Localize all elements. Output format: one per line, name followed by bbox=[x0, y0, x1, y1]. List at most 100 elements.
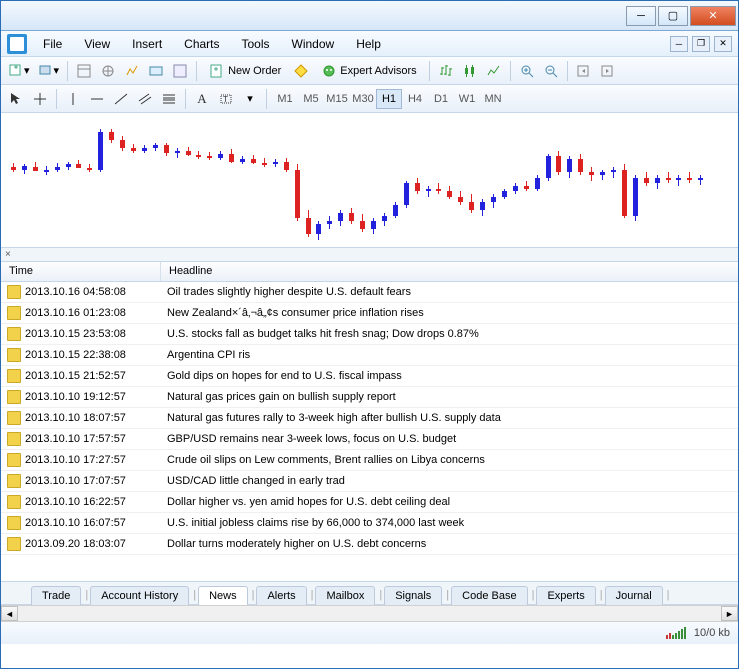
news-row[interactable]: 2013.10.10 17:57:57GBP/USD remains near … bbox=[1, 429, 738, 450]
menu-tools[interactable]: Tools bbox=[232, 35, 280, 53]
bandwidth-label: 10/0 kb bbox=[694, 627, 730, 639]
timeframe-m1[interactable]: M1 bbox=[272, 89, 298, 109]
news-headline: Argentina CPI ris bbox=[161, 349, 738, 361]
tab-separator: | bbox=[191, 586, 198, 604]
menu-charts[interactable]: Charts bbox=[174, 35, 229, 53]
navigator-button[interactable] bbox=[97, 60, 119, 82]
chart-area[interactable] bbox=[1, 113, 738, 248]
cursor-button[interactable] bbox=[5, 88, 27, 110]
timeframe-h1[interactable]: H1 bbox=[376, 89, 402, 109]
tab-account-history[interactable]: Account History bbox=[90, 586, 189, 605]
column-headline[interactable]: Headline bbox=[161, 262, 738, 281]
zoom-in-button[interactable] bbox=[516, 60, 538, 82]
panel-close-button[interactable]: × bbox=[1, 248, 738, 262]
window-maximize-button[interactable]: ▢ bbox=[658, 6, 688, 26]
news-icon bbox=[7, 348, 21, 362]
text-button[interactable]: A bbox=[191, 88, 213, 110]
news-icon bbox=[7, 390, 21, 404]
scroll-track[interactable] bbox=[18, 606, 721, 621]
tab-separator: | bbox=[250, 586, 257, 604]
timeframe-d1[interactable]: D1 bbox=[428, 89, 454, 109]
news-row[interactable]: 2013.10.10 19:12:57Natural gas prices ga… bbox=[1, 387, 738, 408]
news-row[interactable]: 2013.10.16 01:23:08New Zealand×´â‚¬â„¢s … bbox=[1, 303, 738, 324]
statusbar: 10/0 kb bbox=[1, 622, 738, 644]
fibonacci-button[interactable] bbox=[158, 88, 180, 110]
tab-signals[interactable]: Signals bbox=[384, 586, 442, 605]
mdi-minimize-button[interactable]: ─ bbox=[670, 36, 688, 52]
menu-file[interactable]: File bbox=[33, 35, 72, 53]
news-row[interactable]: 2013.10.15 23:53:08U.S. stocks fall as b… bbox=[1, 324, 738, 345]
news-row[interactable]: 2013.10.16 04:58:08Oil trades slightly h… bbox=[1, 282, 738, 303]
tab-experts[interactable]: Experts bbox=[536, 586, 595, 605]
tab-news[interactable]: News bbox=[198, 586, 248, 605]
new-order-button[interactable]: New Order bbox=[202, 60, 288, 82]
equidistant-channel-button[interactable] bbox=[134, 88, 156, 110]
tab-mailbox[interactable]: Mailbox bbox=[315, 586, 375, 605]
terminal-tabs: Trade|Account History|News|Alerts|Mailbo… bbox=[1, 582, 738, 605]
news-row[interactable]: 2013.10.10 17:27:57Crude oil slips on Le… bbox=[1, 450, 738, 471]
news-panel: Time Headline 2013.10.16 04:58:08Oil tra… bbox=[1, 262, 738, 582]
menu-insert[interactable]: Insert bbox=[122, 35, 172, 53]
news-row[interactable]: 2013.10.10 18:07:57Natural gas futures r… bbox=[1, 408, 738, 429]
tab-code-base[interactable]: Code Base bbox=[451, 586, 527, 605]
news-row[interactable]: 2013.09.20 18:03:07Dollar turns moderate… bbox=[1, 534, 738, 555]
tab-alerts[interactable]: Alerts bbox=[256, 586, 306, 605]
timeframe-m5[interactable]: M5 bbox=[298, 89, 324, 109]
timeframe-w1[interactable]: W1 bbox=[454, 89, 480, 109]
news-headline: U.S. stocks fall as budget talks hit fre… bbox=[161, 328, 738, 340]
news-row[interactable]: 2013.10.15 21:52:57Gold dips on hopes fo… bbox=[1, 366, 738, 387]
timeframe-m30[interactable]: M30 bbox=[350, 89, 376, 109]
tab-separator: | bbox=[83, 586, 90, 604]
window-minimize-button[interactable]: ─ bbox=[626, 6, 656, 26]
menu-window[interactable]: Window bbox=[282, 35, 345, 53]
tab-separator: | bbox=[530, 586, 537, 604]
tab-separator: | bbox=[665, 586, 672, 604]
zoom-out-button[interactable] bbox=[540, 60, 562, 82]
news-row[interactable]: 2013.10.10 16:22:57Dollar higher vs. yen… bbox=[1, 492, 738, 513]
line-chart-button[interactable] bbox=[483, 60, 505, 82]
news-header: Time Headline bbox=[1, 262, 738, 282]
bar-chart-button[interactable] bbox=[435, 60, 457, 82]
new-chart-button[interactable]: ▾ bbox=[5, 60, 33, 82]
news-headline: Natural gas futures rally to 3-week high… bbox=[161, 412, 738, 424]
news-icon bbox=[7, 411, 21, 425]
mdi-restore-button[interactable]: ❐ bbox=[692, 36, 710, 52]
mdi-close-button[interactable]: ✕ bbox=[714, 36, 732, 52]
arrows-button[interactable]: ▾ bbox=[239, 88, 261, 110]
trendline-button[interactable] bbox=[110, 88, 132, 110]
scroll-right-button[interactable]: ► bbox=[721, 606, 738, 621]
meta-button[interactable] bbox=[290, 60, 312, 82]
news-headline: Crude oil slips on Lew comments, Brent r… bbox=[161, 454, 738, 466]
toolbar-drawing: A T ▾ M1M5M15M30H1H4D1W1MN bbox=[1, 85, 738, 113]
column-time[interactable]: Time bbox=[1, 262, 161, 281]
news-icon bbox=[7, 369, 21, 383]
timeframe-h4[interactable]: H4 bbox=[402, 89, 428, 109]
profiles-button[interactable]: ▾ bbox=[35, 60, 63, 82]
tab-trade[interactable]: Trade bbox=[31, 586, 81, 605]
expert-advisors-button[interactable]: Expert Advisors bbox=[314, 60, 423, 82]
text-label-button[interactable]: T bbox=[215, 88, 237, 110]
horizontal-scrollbar[interactable]: ◄ ► bbox=[1, 605, 738, 622]
tab-journal[interactable]: Journal bbox=[605, 586, 663, 605]
candle-chart-button[interactable] bbox=[459, 60, 481, 82]
window-close-button[interactable]: ✕ bbox=[690, 6, 736, 26]
strategy-tester-button[interactable] bbox=[169, 60, 191, 82]
chart-shift-button[interactable] bbox=[597, 60, 619, 82]
crosshair-button[interactable] bbox=[29, 88, 51, 110]
market-watch-button[interactable] bbox=[73, 60, 95, 82]
timeframe-m15[interactable]: M15 bbox=[324, 89, 350, 109]
data-window-button[interactable] bbox=[121, 60, 143, 82]
auto-scroll-button[interactable] bbox=[573, 60, 595, 82]
scroll-left-button[interactable]: ◄ bbox=[1, 606, 18, 621]
timeframe-mn[interactable]: MN bbox=[480, 89, 506, 109]
terminal-button[interactable] bbox=[145, 60, 167, 82]
menu-view[interactable]: View bbox=[74, 35, 120, 53]
news-headline: Dollar higher vs. yen amid hopes for U.S… bbox=[161, 496, 738, 508]
vertical-line-button[interactable] bbox=[62, 88, 84, 110]
news-headline: U.S. initial jobless claims rise by 66,0… bbox=[161, 517, 738, 529]
news-row[interactable]: 2013.10.15 22:38:08Argentina CPI ris bbox=[1, 345, 738, 366]
news-row[interactable]: 2013.10.10 16:07:57U.S. initial jobless … bbox=[1, 513, 738, 534]
menu-help[interactable]: Help bbox=[346, 35, 391, 53]
news-row[interactable]: 2013.10.10 17:07:57USD/CAD little change… bbox=[1, 471, 738, 492]
horizontal-line-button[interactable] bbox=[86, 88, 108, 110]
